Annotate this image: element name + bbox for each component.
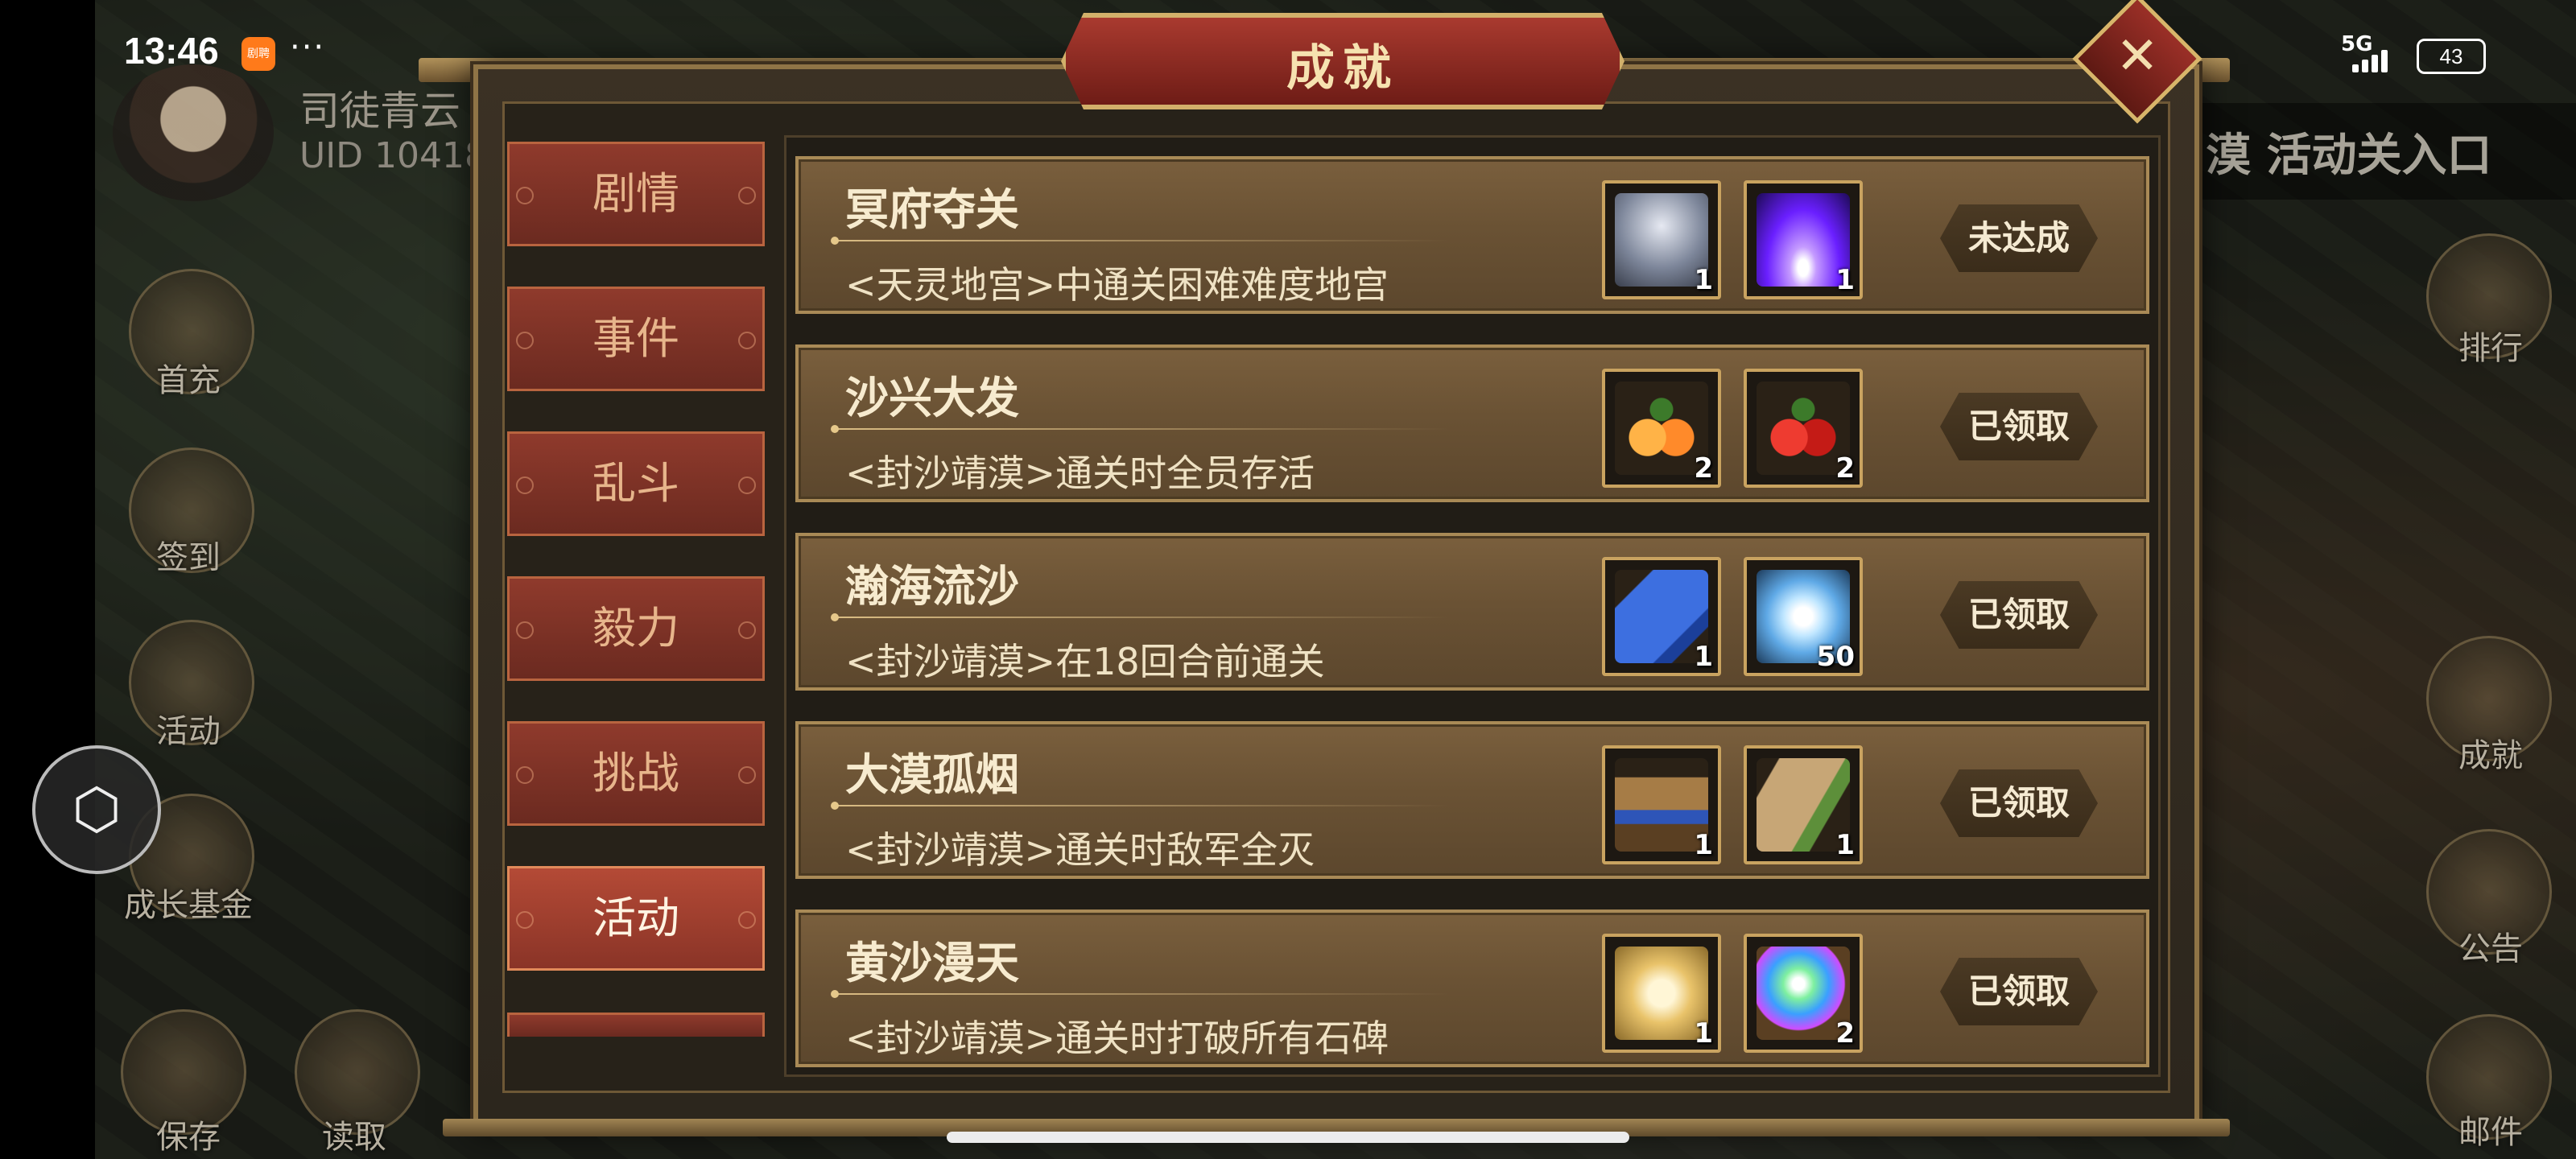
status-button-claimed[interactable]: 已领取 [1940,958,2098,1025]
player-name: 司徒青云 [299,88,460,134]
app-notification-icon: 剧聘 [242,37,275,71]
achievement-desc: <封沙靖漠>通关时全员存活 [845,452,1315,495]
achievement-row: 黄沙漫天 <封沙靖漠>通关时打破所有石碑 1 2 已领取 [795,909,2149,1067]
achievement-desc: <封沙靖漠>通关时打破所有石碑 [845,1017,1389,1060]
achievement-title: 大漠孤烟 [845,749,1019,800]
side-label-achievement: 成就 [2458,737,2523,774]
tab-brawl[interactable]: 乱斗 [507,431,765,536]
side-label-growth-fund: 成长基金 [124,887,253,924]
achievement-desc: <天灵地宫>中通关困难难度地宫 [845,263,1389,307]
tab-story[interactable]: 剧情 [507,142,765,246]
side-label-mail: 邮件 [2458,1114,2523,1151]
tab-more-partial[interactable] [507,1013,765,1037]
reward-map-scroll[interactable]: 1 [1744,745,1863,864]
achievement-title: 瀚海流沙 [845,561,1019,612]
achievement-row: 沙兴大发 <封沙靖漠>通关时全员存活 2 2 已领取 [795,344,2149,502]
side-label-load: 读取 [322,1119,386,1156]
signal-icon [2352,47,2401,72]
tab-label: 剧情 [592,168,679,219]
reward-qty: 2 [1835,452,1855,485]
reward-qty: 2 [1835,1017,1855,1050]
left-black-bar [0,0,95,1159]
achievement-title: 冥府夺关 [845,184,1019,235]
status-button-claimed[interactable]: 已领取 [1940,393,2098,460]
reward-red-fruit[interactable]: 2 [1744,369,1863,488]
home-indicator[interactable] [947,1132,1629,1143]
achievement-row: 冥府夺关 <天灵地宫>中通关困难难度地宫 1 1 未达成 [795,156,2149,314]
tab-label: 活动 [592,893,679,943]
side-label-events: 活动 [156,713,221,750]
reward-purple-light[interactable]: 1 [1744,180,1863,299]
more-icon: ··· [290,29,326,66]
side-label-sign-in: 签到 [156,539,221,576]
achievement-title: 沙兴大发 [845,373,1019,423]
reward-qty: 2 [1694,452,1713,485]
tab-label: 事件 [592,313,679,364]
activity-entrance-banner[interactable]: 漠 活动关入口 [2206,119,2492,184]
player-uid: UID 10418 [299,135,488,176]
tab-perseverance[interactable]: 毅力 [507,576,765,681]
player-avatar[interactable] [113,64,274,201]
reward-qty: 1 [1694,829,1713,861]
reward-ice-crystal[interactable]: 50 [1744,557,1863,676]
reward-qty: 1 [1694,1017,1713,1050]
side-label-leaderboard: 排行 [2458,330,2523,367]
tab-label: 挑战 [592,748,679,798]
status-button-claimed[interactable]: 已领取 [1940,769,2098,837]
achievement-row: 大漠孤烟 <封沙靖漠>通关时敌军全灭 1 1 已领取 [795,721,2149,879]
close-icon: ✕ [2116,27,2159,86]
reward-orange-fruit[interactable]: 2 [1602,369,1721,488]
achievement-row: 瀚海流沙 <封沙靖漠>在18回合前通关 1 50 已领取 [795,533,2149,691]
reward-qty: 1 [1835,829,1855,861]
side-label-save: 保存 [156,1119,221,1156]
floating-assist-icon[interactable]: ⬡ [32,745,161,874]
tab-label: 毅力 [592,603,679,654]
reward-qty: 1 [1835,264,1855,296]
achievement-desc: <封沙靖漠>通关时敌军全灭 [845,828,1315,872]
reward-qty: 1 [1694,264,1713,296]
reward-blue-scroll[interactable]: 1 [1602,557,1721,676]
status-button-claimed[interactable]: 已领取 [1940,581,2098,649]
reward-silver-chest[interactable]: 1 [1602,180,1721,299]
reward-horse[interactable]: 1 [1602,745,1721,864]
dialog-title-plate: 成就 [1061,13,1624,109]
achievement-desc: <封沙靖漠>在18回合前通关 [845,640,1325,683]
reward-gold-card[interactable]: 1 [1602,934,1721,1053]
reward-qty: 50 [1816,641,1855,673]
battery-indicator: 43 [2417,39,2486,74]
achievement-title: 黄沙漫天 [845,938,1019,988]
status-button-incomplete[interactable]: 未达成 [1940,204,2098,272]
tab-label: 乱斗 [592,458,679,509]
tab-challenge[interactable]: 挑战 [507,721,765,826]
side-label-notice: 公告 [2458,930,2523,967]
tab-activity[interactable]: 活动 [507,866,765,971]
reward-qty: 1 [1694,641,1713,673]
tab-event[interactable]: 事件 [507,287,765,391]
side-label-first-recharge: 首充 [156,362,221,399]
dialog-title: 成就 [1286,40,1399,97]
reward-rainbow-orb[interactable]: 2 [1744,934,1863,1053]
